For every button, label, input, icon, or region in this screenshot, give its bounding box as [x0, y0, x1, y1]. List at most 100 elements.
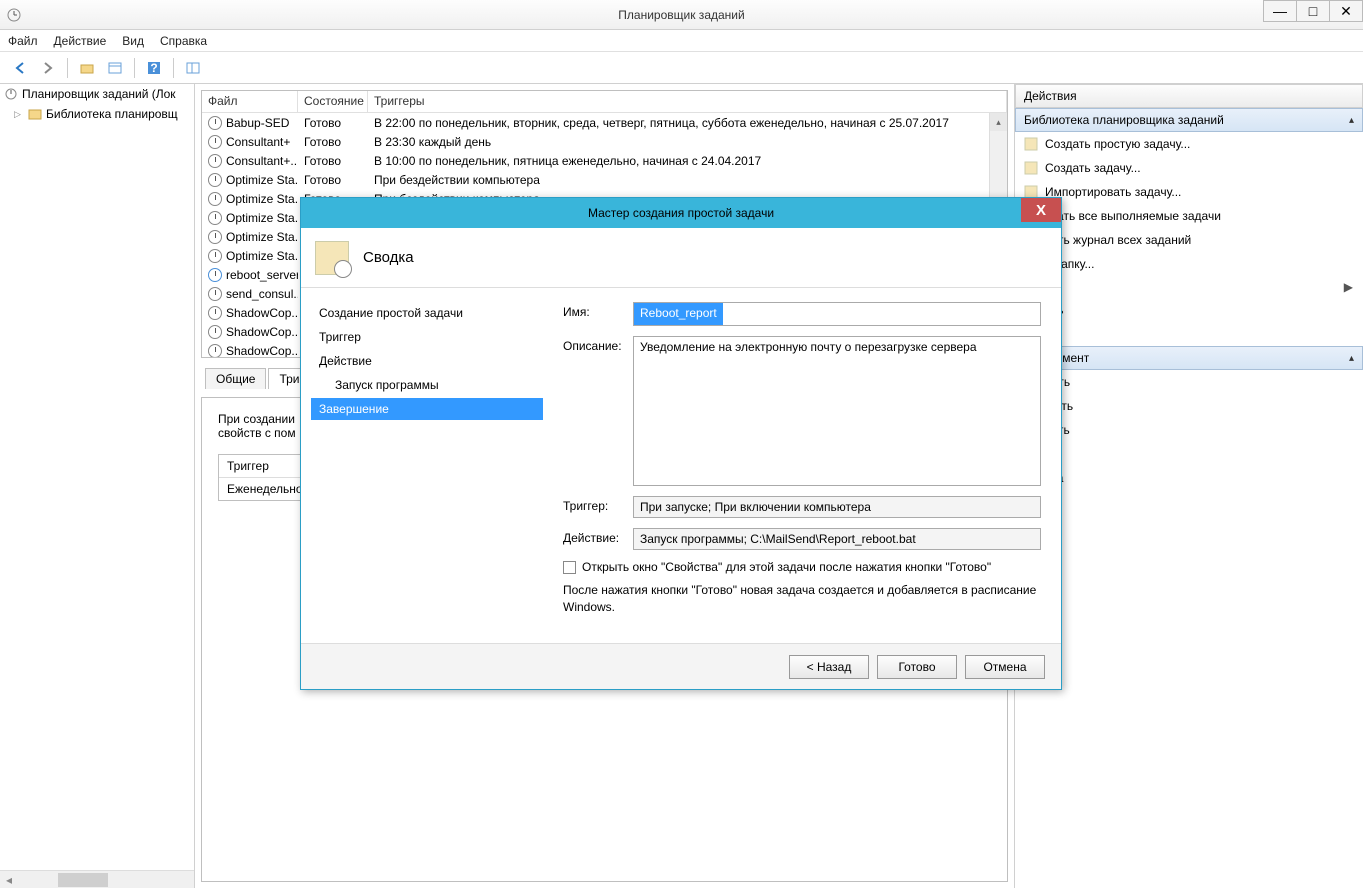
action-item[interactable]: Импортировать задачу...	[1015, 180, 1363, 204]
name-label: Имя:	[563, 302, 633, 319]
column-triggers[interactable]: Триггеры	[368, 91, 1007, 112]
wizard-nav-trigger[interactable]: Триггер	[311, 326, 543, 348]
table-row[interactable]: Optimize Sta...ГотовоПри бездействии ком…	[202, 170, 1007, 189]
actions-section-library[interactable]: Библиотека планировщика заданий ▴	[1015, 108, 1363, 132]
nav-back-button[interactable]	[8, 56, 32, 80]
task-trigger: В 23:30 каждый день	[368, 134, 1007, 150]
horizontal-scrollbar[interactable]: ◂	[0, 870, 194, 888]
clock-icon	[208, 173, 222, 187]
clock-icon	[208, 154, 222, 168]
name-value: Reboot_report	[634, 303, 723, 325]
expand-arrow-icon[interactable]: ▷	[14, 109, 24, 120]
close-button[interactable]: ✕	[1329, 0, 1363, 22]
wizard-info-text: После нажатия кнопки "Готово" новая зада…	[563, 582, 1041, 616]
tree-root-label: Планировщик заданий (Лок	[22, 87, 176, 101]
finish-button[interactable]: Готово	[877, 655, 957, 679]
cancel-button[interactable]: Отмена	[965, 655, 1045, 679]
wizard-titlebar[interactable]: Мастер создания простой задачи X	[301, 198, 1061, 228]
action-label: Создать задачу...	[1045, 161, 1141, 175]
wizard-nav: Создание простой задачи Триггер Действие…	[301, 288, 553, 643]
action-item[interactable]: ь	[1015, 490, 1363, 514]
action-item[interactable]: нить	[1015, 370, 1363, 394]
collapse-icon[interactable]: ▴	[1349, 353, 1354, 364]
action-label: Действие:	[563, 528, 633, 545]
clock-icon	[208, 268, 222, 282]
table-row[interactable]: Consultant+...ГотовоВ 10:00 по понедельн…	[202, 151, 1007, 170]
action-item[interactable]: ка	[1015, 322, 1363, 346]
table-row[interactable]: Consultant+ГотовоВ 23:30 каждый день	[202, 132, 1007, 151]
task-name: Optimize Sta...	[226, 211, 298, 225]
tree-library[interactable]: ▷ Библиотека планировщ	[0, 104, 194, 124]
tree-root[interactable]: Планировщик заданий (Лок	[0, 84, 194, 104]
clock-icon	[208, 344, 222, 358]
action-item[interactable]: ь папку...	[1015, 252, 1363, 276]
desc-field[interactable]: Уведомление на электронную почту о перез…	[633, 336, 1041, 486]
window-titlebar: Планировщик заданий — □ ✕	[0, 0, 1363, 30]
actions-section-selected[interactable]: ый элемент ▴	[1015, 346, 1363, 370]
action-item[interactable]: тва	[1015, 466, 1363, 490]
menu-action[interactable]: Действие	[54, 34, 107, 48]
column-file[interactable]: Файл	[202, 91, 298, 112]
menu-help[interactable]: Справка	[160, 34, 207, 48]
task-name: ShadowCop...	[226, 325, 298, 339]
action-item[interactable]: т...	[1015, 442, 1363, 466]
action-icon	[1023, 160, 1039, 176]
action-item[interactable]: шить	[1015, 394, 1363, 418]
table-row[interactable]: Babup-SEDГотовоВ 22:00 по понедельник, в…	[202, 113, 1007, 132]
action-item[interactable]: азать все выполняемые задачи	[1015, 204, 1363, 228]
folder-up-button[interactable]	[75, 56, 99, 80]
task-state: Готово	[298, 115, 368, 131]
menu-view[interactable]: Вид	[122, 34, 144, 48]
tab-general[interactable]: Общие	[205, 368, 266, 389]
action-item[interactable]: чить	[1015, 418, 1363, 442]
action-item[interactable]: ить	[1015, 298, 1363, 322]
scroll-up-icon[interactable]: ▴	[990, 113, 1007, 131]
task-name: reboot_server	[226, 268, 298, 282]
wizard-nav-run-program[interactable]: Запуск программы	[311, 374, 543, 396]
wizard-nav-action[interactable]: Действие	[311, 350, 543, 372]
help-button[interactable]: ?	[142, 56, 166, 80]
clock-icon	[208, 230, 222, 244]
nav-forward-button[interactable]	[36, 56, 60, 80]
panel-toggle-button[interactable]	[103, 56, 127, 80]
tree-library-label: Библиотека планировщ	[46, 107, 178, 121]
task-name: Consultant+...	[226, 154, 298, 168]
action-item[interactable]: Создать задачу...	[1015, 156, 1363, 180]
minimize-button[interactable]: —	[1263, 0, 1297, 22]
maximize-button[interactable]: □	[1296, 0, 1330, 22]
panel-view-button[interactable]	[181, 56, 205, 80]
collapse-icon[interactable]: ▴	[1349, 115, 1354, 126]
clock-icon	[4, 87, 18, 101]
checkbox-label: Открыть окно "Свойства" для этой задачи …	[582, 560, 991, 574]
task-state: Готово	[298, 134, 368, 150]
wizard-nav-create[interactable]: Создание простой задачи	[311, 302, 543, 324]
wizard-footer: < Назад Готово Отмена	[301, 643, 1061, 689]
task-name: Optimize Sta...	[226, 230, 298, 244]
actions-more-arrow[interactable]: ▶	[1015, 276, 1363, 298]
clock-icon	[208, 192, 222, 206]
trigger-label: Триггер:	[563, 496, 633, 513]
wizard-head-icon	[315, 241, 349, 275]
task-name: Babup-SED	[226, 116, 289, 130]
action-item[interactable]: чить журнал всех заданий	[1015, 228, 1363, 252]
actions-header: Действия	[1015, 84, 1363, 108]
open-properties-checkbox-row[interactable]: Открыть окно "Свойства" для этой задачи …	[563, 560, 1041, 574]
checkbox-icon[interactable]	[563, 561, 576, 574]
scrollbar-thumb[interactable]	[58, 873, 108, 887]
action-item[interactable]: ка	[1015, 514, 1363, 538]
clock-icon	[208, 306, 222, 320]
task-state: Готово	[298, 153, 368, 169]
wizard-close-button[interactable]: X	[1021, 198, 1061, 222]
back-button[interactable]: < Назад	[789, 655, 869, 679]
svg-text:?: ?	[150, 61, 157, 75]
task-name: Optimize Sta...	[226, 249, 298, 263]
menubar: Файл Действие Вид Справка	[0, 30, 1363, 52]
menu-file[interactable]: Файл	[8, 34, 38, 48]
actions-section-label: Библиотека планировщика заданий	[1024, 113, 1224, 127]
wizard-form: Имя: Reboot_report Описание: Уведомление…	[553, 288, 1061, 643]
column-state[interactable]: Состояние	[298, 91, 368, 112]
wizard-nav-finish[interactable]: Завершение	[311, 398, 543, 420]
name-field[interactable]: Reboot_report	[633, 302, 1041, 326]
clock-icon	[208, 287, 222, 301]
action-item[interactable]: Создать простую задачу...	[1015, 132, 1363, 156]
